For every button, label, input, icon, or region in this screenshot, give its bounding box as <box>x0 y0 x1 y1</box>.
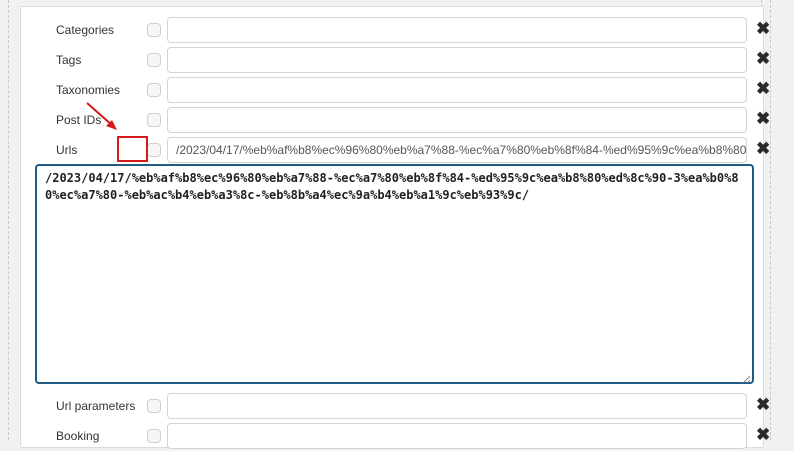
url-parameters-input[interactable] <box>167 393 747 419</box>
conditions-panel: Categories ✖ Tags ✖ Taxonomies ✖ Post ID… <box>20 6 770 451</box>
taxonomies-checkbox[interactable] <box>147 83 161 97</box>
highlight-box <box>117 136 148 162</box>
close-icon[interactable]: ✖ <box>756 50 770 67</box>
taxonomies-input[interactable] <box>167 77 747 103</box>
post-ids-checkbox[interactable] <box>147 113 161 127</box>
urls-label: Urls <box>56 143 78 157</box>
row-tags: Tags ✖ <box>21 45 770 75</box>
row-categories: Categories ✖ <box>21 15 770 45</box>
tags-input[interactable] <box>167 47 747 73</box>
url-parameters-label: Url parameters <box>56 399 136 413</box>
urls-checkbox[interactable] <box>147 143 161 157</box>
categories-label: Categories <box>56 23 115 37</box>
booking-label: Booking <box>56 429 100 443</box>
close-icon[interactable]: ✖ <box>756 80 770 97</box>
close-icon[interactable]: ✖ <box>756 140 770 157</box>
categories-checkbox[interactable] <box>147 23 161 37</box>
red-arrow-icon <box>86 102 117 130</box>
post-ids-input[interactable] <box>167 107 747 133</box>
close-icon[interactable]: ✖ <box>756 396 770 413</box>
tags-checkbox[interactable] <box>147 53 161 67</box>
scroll-gutter <box>770 0 793 440</box>
tags-label: Tags <box>56 53 82 67</box>
booking-input[interactable] <box>167 423 747 449</box>
row-post-ids: Post IDs ✖ <box>21 105 770 135</box>
close-icon[interactable]: ✖ <box>756 426 770 443</box>
close-icon[interactable]: ✖ <box>756 110 770 127</box>
row-booking: Booking ✖ <box>21 421 770 451</box>
row-url-parameters: Url parameters ✖ <box>21 391 770 421</box>
resize-grip-icon[interactable] <box>742 375 750 383</box>
booking-checkbox[interactable] <box>147 429 161 443</box>
urls-input[interactable]: /2023/04/17/%eb%af%b8%ec%96%80%eb%a7%88-… <box>167 137 747 163</box>
urls-textarea[interactable]: /2023/04/17/%eb%af%b8%ec%96%80%eb%a7%88-… <box>35 164 754 384</box>
row-taxonomies: Taxonomies ✖ <box>21 75 770 105</box>
close-icon[interactable]: ✖ <box>756 20 770 37</box>
url-parameters-checkbox[interactable] <box>147 399 161 413</box>
categories-input[interactable] <box>167 17 747 43</box>
